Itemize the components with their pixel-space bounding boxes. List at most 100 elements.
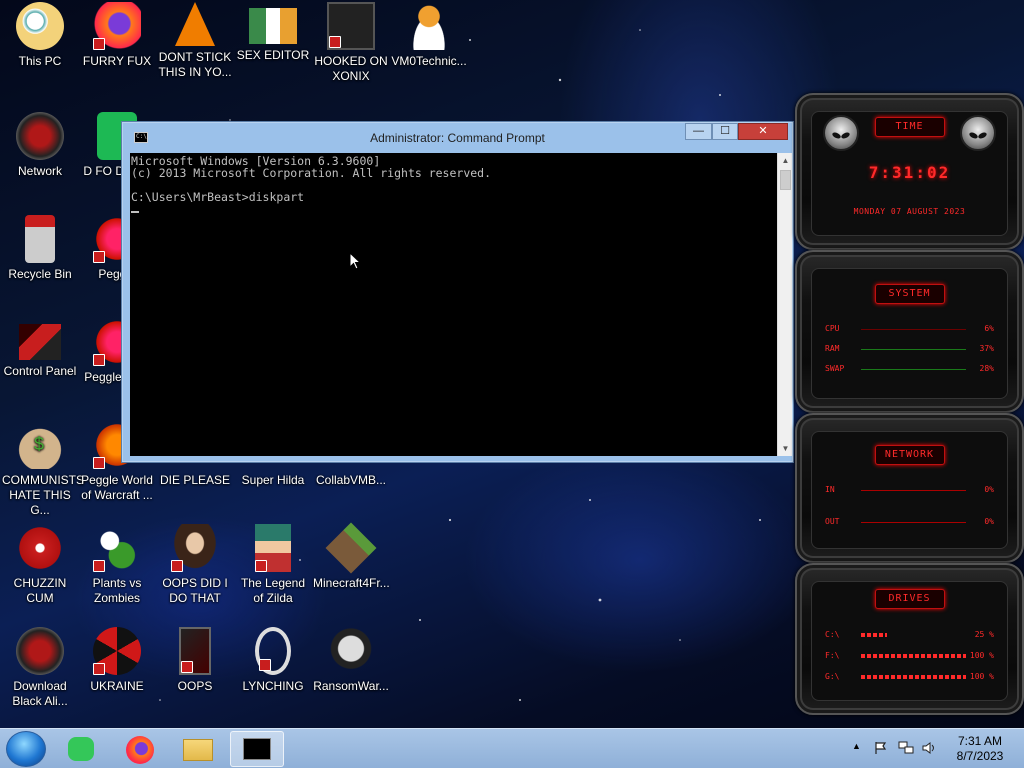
desktop-icon-communists[interactable]: $ COMMUNISTS HATE THIS G... <box>0 421 84 518</box>
row-value: 6% <box>984 324 994 333</box>
tray-overflow-button[interactable]: ▲ <box>852 741 861 768</box>
desktop-icon-chuzzin[interactable]: CHUZZIN CUM <box>0 524 80 606</box>
xonix-icon <box>327 2 375 50</box>
time-gadget[interactable]: TIME 7:31:02 MONDAY 07 AUGUST 2023 <box>795 93 1024 250</box>
desktop-icon-ukraine[interactable]: UKRAINE <box>77 627 157 694</box>
shortcut-arrow-icon <box>171 560 183 572</box>
desktop-icon-label: The Legend of Zilda <box>240 576 306 605</box>
text-cursor <box>131 211 139 213</box>
taskbar-file-explorer[interactable] <box>171 731 225 767</box>
desktop-icon-vm0technic[interactable]: VM0Technic... <box>389 2 469 69</box>
chat-app-icon <box>68 737 94 761</box>
desktop-icon-label: Download Black Ali... <box>12 679 68 708</box>
maximize-button[interactable]: ☐ <box>712 123 738 140</box>
shortcut-arrow-icon <box>93 663 105 675</box>
row-key: OUT <box>825 517 840 526</box>
desktop-icon-hooked-on-xonix[interactable]: HOOKED ON XONIX <box>311 2 391 84</box>
alien-head-icon <box>960 115 996 151</box>
volume-icon[interactable] <box>922 741 938 768</box>
taskbar-firefox[interactable] <box>113 731 167 767</box>
scroll-thumb[interactable] <box>780 170 791 190</box>
row-value: 37% <box>979 344 994 353</box>
desktop-icon-furry-fux[interactable]: FURRY FUX <box>77 2 157 69</box>
desktop-icon-label: Network <box>17 164 62 178</box>
desktop-icon-label: RansomWar... <box>313 679 389 693</box>
alien-head-icon <box>823 115 859 151</box>
desktop-icon-this-pc[interactable]: This PC <box>0 2 80 69</box>
network-in-graph <box>861 490 966 491</box>
desktop-icon-control-panel[interactable]: Control Panel <box>0 318 80 379</box>
desktop-icon-dont-stick[interactable]: DONT STICK THIS IN YO... <box>155 2 235 80</box>
network-out-row: OUT 0% <box>825 517 994 529</box>
flag-icon[interactable] <box>874 741 888 768</box>
scroll-down-arrow-icon[interactable]: ▼ <box>778 441 793 456</box>
row-key: C:\ <box>825 630 840 639</box>
network-icon[interactable] <box>898 741 914 768</box>
hxd-icon <box>249 8 297 44</box>
desktop-icon-lynching[interactable]: LYNCHING <box>233 627 313 694</box>
recycle-bin-icon <box>25 215 55 263</box>
minimize-button[interactable]: — <box>685 123 712 140</box>
radiation-icon <box>93 627 141 675</box>
desktop-icon-label: COMMUNISTS HATE THIS G... <box>2 473 84 517</box>
desktop-icon-label: VM0Technic... <box>391 54 467 68</box>
desktop-icon-oops-did-i[interactable]: OOPS DID I DO THAT <box>155 524 235 606</box>
desktop-icon-download-black-ali[interactable]: Download Black Ali... <box>0 627 80 709</box>
desktop-icon-label: OOPS DID I DO THAT <box>162 576 228 605</box>
desktop-icon-label: OOPS <box>177 679 213 693</box>
desktop-icon-oops[interactable]: OOPS <box>155 627 235 694</box>
desktop-icon-label: This PC <box>18 54 62 68</box>
desktop-icon-ransomware[interactable]: RansomWar... <box>311 627 391 694</box>
desktop-icon-label: LYNCHING <box>242 679 304 693</box>
taskbar: ▲ 7:31 AM 8/7/2023 <box>0 728 1024 768</box>
desktop-icon-recycle-bin[interactable]: Recycle Bin <box>0 215 80 282</box>
cpu-graph <box>861 329 966 330</box>
console-line: C:\Users\MrBeast>diskpart <box>131 190 305 204</box>
taskbar-app[interactable] <box>55 731 109 767</box>
shortcut-arrow-icon <box>255 560 267 572</box>
window-titlebar[interactable]: Administrator: Command Prompt — ☐ ✕ <box>122 122 793 151</box>
chuzzle-icon <box>16 524 64 572</box>
console-line: (c) 2013 Microsoft Corporation. All righ… <box>131 166 492 180</box>
shortcut-arrow-icon <box>93 560 105 572</box>
swap-row: SWAP 28% <box>825 364 994 376</box>
cartoon-face-icon <box>16 2 64 50</box>
portrait-icon <box>171 524 219 572</box>
clock-date: 8/7/2023 <box>956 749 1004 763</box>
console-output[interactable]: Microsoft Windows [Version 6.3.9600] (c)… <box>130 153 777 456</box>
close-button[interactable]: ✕ <box>738 123 788 140</box>
desktop-icon-sex-editor[interactable]: SEX EDITOR <box>233 2 313 63</box>
taskbar-command-prompt[interactable] <box>230 731 284 767</box>
row-value: 25 % <box>974 630 994 639</box>
shortcut-arrow-icon <box>259 659 271 671</box>
desktop-icon-label: Recycle Bin <box>8 267 72 281</box>
desktop-icon-zilda[interactable]: The Legend of Zilda <box>233 524 313 606</box>
pixel-hero-icon <box>255 524 291 572</box>
grass-block-icon <box>325 522 377 574</box>
desktop-icon-plants-vs-zombies[interactable]: Plants vs Zombies <box>77 524 157 606</box>
desktop-icon-label: CHUZZIN CUM <box>13 576 67 605</box>
vertical-scrollbar[interactable]: ▲ ▼ <box>777 153 792 456</box>
person-icon <box>405 2 453 50</box>
desktop-icon-label: UKRAINE <box>90 679 144 693</box>
control-panel-icon <box>19 324 61 360</box>
firefox-icon <box>93 2 141 50</box>
desktop-icon-label: Control Panel <box>3 364 77 378</box>
system-gadget[interactable]: SYSTEM CPU 6% RAM 37% SWAP 28% <box>795 250 1024 413</box>
desktop-icon-label: DONT STICK THIS IN YO... <box>158 50 232 79</box>
row-value: 0% <box>984 485 994 494</box>
desktop-icon-network[interactable]: Network <box>0 112 80 179</box>
taskbar-clock[interactable]: 7:31 AM 8/7/2023 <box>945 734 1015 764</box>
gadget-header: DRIVES <box>874 589 945 609</box>
start-button[interactable] <box>6 731 46 767</box>
row-key: F:\ <box>825 651 840 660</box>
command-prompt-window[interactable]: Administrator: Command Prompt — ☐ ✕ Micr… <box>121 121 794 463</box>
desktop-icon-minecraft[interactable]: Minecraft4Fr... <box>311 522 391 591</box>
scroll-up-arrow-icon[interactable]: ▲ <box>778 153 793 168</box>
drives-gadget[interactable]: DRIVES C:\ 25 % F:\ 100 % G:\ 100 % <box>795 563 1024 715</box>
network-gadget[interactable]: NETWORK IN 0% OUT 0% <box>795 413 1024 563</box>
shortcut-arrow-icon <box>93 251 105 263</box>
swap-graph <box>861 369 966 370</box>
gadget-header: TIME <box>874 117 945 137</box>
noose-icon <box>255 627 291 675</box>
